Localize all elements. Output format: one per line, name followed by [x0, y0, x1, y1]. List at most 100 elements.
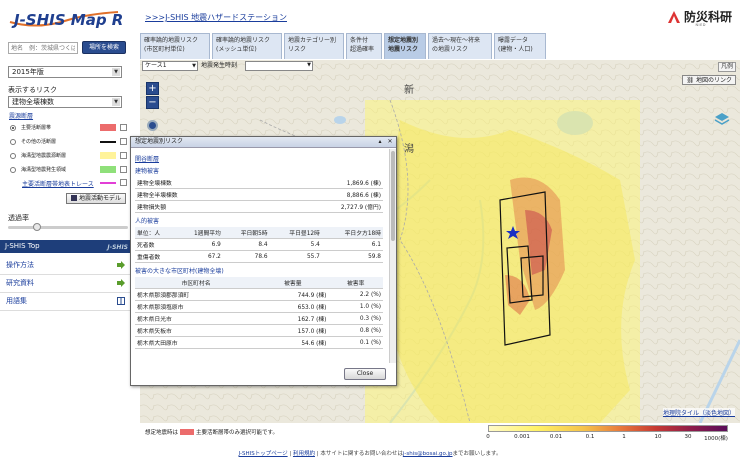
jshis-top-bar[interactable]: J-SHIS Top J-SHIS — [0, 240, 131, 253]
note-prefix: 想定地震時は — [145, 430, 179, 436]
tile-credit-link[interactable]: 地理院タイル（淡色地図） — [662, 408, 735, 417]
table-row: 建物損失額 2,727.9 (億円) — [135, 200, 383, 213]
trace-checkbox[interactable] — [120, 179, 127, 186]
scale-tick: 0.001 — [514, 434, 530, 440]
close-button[interactable]: Close — [344, 368, 386, 380]
dialog-scrollbar[interactable] — [389, 149, 396, 363]
org-sub: NIED — [695, 23, 706, 27]
layers-icon[interactable] — [714, 112, 730, 128]
row-value: 8,886.6 (棟) — [259, 188, 383, 201]
j-shis-map-logo[interactable]: J-SHIS Map R — [8, 8, 132, 32]
map-link-button[interactable]: ⛓ 地図のリンク — [682, 75, 736, 85]
layer-radio[interactable] — [10, 167, 16, 173]
building-header: 建物被害 — [135, 168, 160, 175]
layer-row-trench-region[interactable]: 海溝型地震発生領域 — [8, 165, 130, 175]
column-header: 1週間平均 — [176, 227, 223, 239]
nied-logo[interactable]: 防災科研 NIED — [666, 8, 732, 27]
zoom-out-button[interactable]: − — [146, 96, 159, 109]
risk-select[interactable]: 建物全壊棟数 ▼ — [8, 96, 122, 108]
scale-tick: 0.1 — [585, 434, 595, 440]
tab-scenario-risk[interactable]: 想定地震別 地震リスク — [384, 33, 426, 59]
opacity-slider[interactable] — [8, 223, 128, 231]
table-row: 栃木県矢板市 157.0 (棟) 0.8 (%) — [135, 324, 383, 337]
time-select[interactable]: ▼ — [245, 61, 313, 71]
layer-row-trench-source[interactable]: 海溝型地震震源断層 — [8, 151, 130, 161]
column-header: 市区町村名 — [135, 277, 258, 289]
city-table: 市区町村名 被害量 被害率 栃木県那須郡那須町 744.9 (棟) 2.2 (%) … — [135, 277, 383, 349]
scenario-risk-dialog: 想定地震別リスク ▴ ✕ 関谷断層 建物被害 建物全壊棟数 1,869.6 (棟)… — [130, 136, 397, 386]
layer-checkbox[interactable] — [120, 166, 127, 173]
column-header: 平日昼12時 — [269, 227, 322, 239]
place-search-button[interactable]: 場所を検索 — [82, 41, 126, 54]
scale-tick: 0.01 — [549, 434, 563, 440]
risk-label: 表示するリスク — [8, 86, 57, 94]
cell: 55.7 — [269, 250, 322, 263]
layer-row-major-fault[interactable]: 主要活断層帯 — [8, 123, 130, 133]
human-table: 単位：人 1週間平均 平日朝5時 平日昼12時 平日夕方18時 死者数 6.9 … — [135, 227, 383, 263]
city-name: 栃木県矢板市 — [135, 324, 258, 337]
risk-select-value: 建物全壊棟数 — [12, 98, 54, 106]
scrollbar-thumb[interactable] — [391, 151, 395, 241]
column-header: 被害率 — [328, 277, 383, 289]
layer-name: 主要活断層帯 — [21, 125, 52, 131]
opacity-slider-knob[interactable] — [32, 223, 41, 231]
place-search-input[interactable] — [8, 42, 78, 54]
opacity-label: 透過率 — [8, 214, 29, 222]
tab-prob-risk-mesh[interactable]: 確率論的地震リスク (メッシュ単位) — [212, 33, 282, 59]
layer-radio[interactable] — [10, 153, 16, 159]
menu-item-usage[interactable]: 操作方法 — [0, 255, 131, 275]
close-icon[interactable]: ✕ — [386, 138, 394, 146]
table-row: 重傷者数 67.2 78.6 55.7 59.8 — [135, 250, 383, 263]
dialog-titlebar[interactable]: 想定地震別リスク ▴ ✕ — [131, 137, 396, 148]
tab-prob-risk-city[interactable]: 確率論的地震リスク (市区町村単位) — [140, 33, 210, 59]
menu-item-research[interactable]: 研究資料 — [0, 273, 131, 293]
layer-swatch — [100, 141, 116, 143]
fault-swatch — [180, 429, 195, 435]
legend-toggle-button[interactable]: 凡例 — [717, 62, 736, 72]
cell: 67.2 — [176, 250, 223, 263]
row-label: 重傷者数 — [135, 250, 177, 263]
footer-terms-link[interactable]: 利用規約 — [293, 451, 315, 457]
collapse-icon[interactable]: ▴ — [376, 138, 384, 146]
menu-item-glossary[interactable]: 用語集 — [0, 291, 131, 311]
city-amount: 54.6 (棟) — [257, 336, 329, 349]
column-header: 被害量 — [257, 277, 329, 289]
layer-checkbox[interactable] — [120, 124, 127, 131]
fault-name-link[interactable]: 関谷断層 — [135, 154, 392, 163]
footer-top-link[interactable]: J-SHISトップページ — [239, 451, 288, 457]
quake-model-button[interactable]: 地震活動モデル — [66, 193, 126, 204]
case-select[interactable]: ケース1 ▼ — [142, 61, 198, 71]
geolocate-icon[interactable] — [147, 120, 158, 131]
hazard-station-link[interactable]: >>>J-SHIS 地震ハザードステーション — [145, 12, 287, 23]
tab-timeline-risk[interactable]: 過去〜現在〜将来 の地震リスク — [428, 33, 492, 59]
layer-row-other-fault[interactable]: その他の活断層 — [8, 137, 130, 147]
map-link-label: 地図のリンク — [695, 77, 732, 84]
tab-exceedance[interactable]: 条件付 超過確率 — [346, 33, 382, 59]
logo-text: J-SHIS Map R — [11, 11, 123, 29]
table-row: 栃木県那須塩原市 653.0 (棟) 1.0 (%) — [135, 300, 383, 313]
column-header: 平日夕方18時 — [321, 227, 383, 239]
city-rate: 0.8 (%) — [328, 324, 383, 337]
cell: 78.6 — [222, 250, 270, 263]
quake-model-label: 地震活動モデル — [78, 195, 121, 202]
city-amount: 744.9 (棟) — [257, 288, 329, 301]
fault-source-link[interactable]: 震源断層 — [9, 111, 33, 120]
surface-trace-link[interactable]: 主要活断層帯地表トレース — [22, 179, 94, 188]
building-table: 建物全壊棟数 1,869.6 (棟) 建物全半壊棟数 8,886.6 (棟) 建物損… — [135, 177, 383, 213]
note-suffix: 主要活断層帯のみ選択可能です。 — [196, 430, 278, 436]
layer-checkbox[interactable] — [120, 138, 127, 145]
year-select[interactable]: 2015年版 ▼ — [8, 66, 122, 78]
zoom-in-button[interactable]: + — [146, 82, 159, 95]
scenario-note: 想定地震時は 主要活断層帯のみ選択可能です。 — [145, 428, 278, 436]
case-select-value: ケース1 — [145, 62, 167, 69]
layer-name: 海溝型地震震源断層 — [21, 153, 67, 159]
menu-item-label: 操作方法 — [6, 261, 34, 269]
tab-exposure[interactable]: 曝露データ (建物・人口) — [494, 33, 546, 59]
layer-radio[interactable] — [10, 139, 16, 145]
footer-text-2: までお願いします。 — [452, 451, 502, 457]
arrow-right-icon — [117, 279, 125, 287]
layer-radio[interactable] — [10, 125, 16, 131]
footer-email-link[interactable]: j-shis@bosai.go.jp — [403, 451, 453, 457]
tab-category-risk[interactable]: 地震カテゴリー別 リスク — [284, 33, 344, 59]
layer-checkbox[interactable] — [120, 152, 127, 159]
